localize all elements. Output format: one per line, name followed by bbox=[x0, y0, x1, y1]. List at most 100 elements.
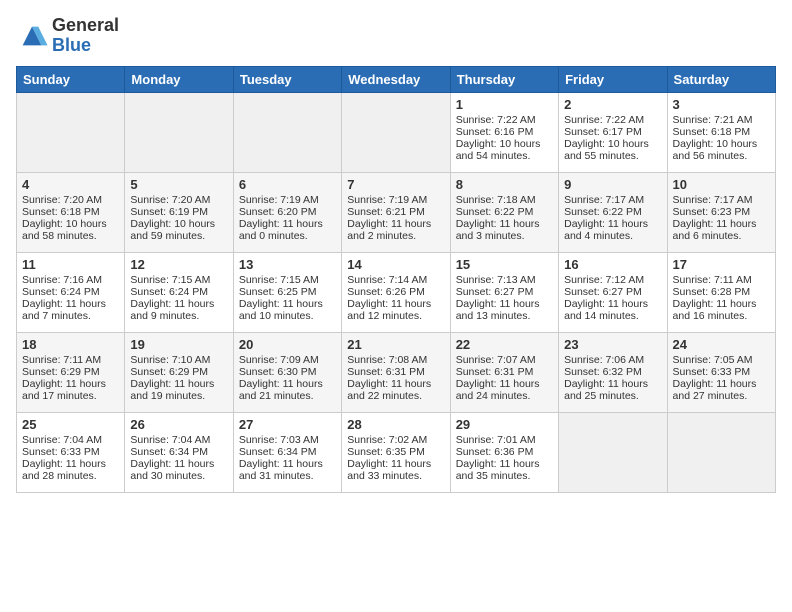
day-number: 15 bbox=[456, 257, 553, 272]
daylight-text: Daylight: 11 hours and 7 minutes. bbox=[22, 298, 119, 322]
sunrise-text: Sunrise: 7:06 AM bbox=[564, 354, 661, 366]
daylight-text: Daylight: 11 hours and 35 minutes. bbox=[456, 458, 553, 482]
header: General Blue bbox=[16, 16, 776, 56]
header-row: SundayMondayTuesdayWednesdayThursdayFrid… bbox=[17, 66, 776, 92]
day-number: 29 bbox=[456, 417, 553, 432]
day-number: 5 bbox=[130, 177, 227, 192]
sunrise-text: Sunrise: 7:15 AM bbox=[239, 274, 336, 286]
daylight-text: Daylight: 11 hours and 27 minutes. bbox=[673, 378, 770, 402]
day-cell-10: 10Sunrise: 7:17 AMSunset: 6:23 PMDayligh… bbox=[667, 172, 775, 252]
day-cell-11: 11Sunrise: 7:16 AMSunset: 6:24 PMDayligh… bbox=[17, 252, 125, 332]
day-cell-22: 22Sunrise: 7:07 AMSunset: 6:31 PMDayligh… bbox=[450, 332, 558, 412]
daylight-text: Daylight: 10 hours and 56 minutes. bbox=[673, 138, 770, 162]
daylight-text: Daylight: 10 hours and 55 minutes. bbox=[564, 138, 661, 162]
day-cell-29: 29Sunrise: 7:01 AMSunset: 6:36 PMDayligh… bbox=[450, 412, 558, 492]
day-number: 17 bbox=[673, 257, 770, 272]
day-number: 8 bbox=[456, 177, 553, 192]
daylight-text: Daylight: 11 hours and 6 minutes. bbox=[673, 218, 770, 242]
day-number: 19 bbox=[130, 337, 227, 352]
daylight-text: Daylight: 11 hours and 0 minutes. bbox=[239, 218, 336, 242]
sunrise-text: Sunrise: 7:08 AM bbox=[347, 354, 444, 366]
week-row-2: 4 Sunrise: 7:20 AM Sunset: 6:18 PM Daylight… bbox=[17, 172, 776, 252]
day-cell-13: 13Sunrise: 7:15 AMSunset: 6:25 PMDayligh… bbox=[233, 252, 341, 332]
sunset-text: Sunset: 6:24 PM bbox=[130, 286, 227, 298]
sunrise-text: Sunrise: 7:04 AM bbox=[130, 434, 227, 446]
sunset-text: Sunset: 6:18 PM bbox=[673, 126, 770, 138]
day-cell-19: 19Sunrise: 7:10 AMSunset: 6:29 PMDayligh… bbox=[125, 332, 233, 412]
logo-blue-text: Blue bbox=[52, 35, 91, 55]
daylight-text: Daylight: 11 hours and 33 minutes. bbox=[347, 458, 444, 482]
sunrise-text: Sunrise: 7:19 AM bbox=[239, 194, 336, 206]
day-cell-28: 28Sunrise: 7:02 AMSunset: 6:35 PMDayligh… bbox=[342, 412, 450, 492]
day-cell-12: 12 Sunrise: 7:15 AMSunset: 6:24 PMDayligh… bbox=[125, 252, 233, 332]
day-number: 7 bbox=[347, 177, 444, 192]
day-number: 26 bbox=[130, 417, 227, 432]
daylight-text: Daylight: 11 hours and 3 minutes. bbox=[456, 218, 553, 242]
day-number: 22 bbox=[456, 337, 553, 352]
sunset-text: Sunset: 6:24 PM bbox=[22, 286, 119, 298]
day-cell-15: 15Sunrise: 7:13 AMSunset: 6:27 PMDayligh… bbox=[450, 252, 558, 332]
sunrise-text: Sunrise: 7:10 AM bbox=[130, 354, 227, 366]
column-header-friday: Friday bbox=[559, 66, 667, 92]
calendar-table: SundayMondayTuesdayWednesdayThursdayFrid… bbox=[16, 66, 776, 493]
day-cell-16: 16Sunrise: 7:12 AMSunset: 6:27 PMDayligh… bbox=[559, 252, 667, 332]
sunrise-text: Sunrise: 7:01 AM bbox=[456, 434, 553, 446]
logo-icon bbox=[16, 22, 48, 50]
day-cell-18: 18Sunrise: 7:11 AMSunset: 6:29 PMDayligh… bbox=[17, 332, 125, 412]
day-cell-2: 2Sunrise: 7:22 AMSunset: 6:17 PMDaylight… bbox=[559, 92, 667, 172]
sunset-text: Sunset: 6:16 PM bbox=[456, 126, 553, 138]
day-number: 16 bbox=[564, 257, 661, 272]
day-number: 9 bbox=[564, 177, 661, 192]
sunrise-text: Sunrise: 7:22 AM bbox=[456, 114, 553, 126]
sunrise-text: Sunrise: 7:16 AM bbox=[22, 274, 119, 286]
day-number: 14 bbox=[347, 257, 444, 272]
day-cell-7: 7Sunrise: 7:19 AMSunset: 6:21 PMDaylight… bbox=[342, 172, 450, 252]
sunrise-text: Sunrise: 7:15 AM bbox=[130, 274, 227, 286]
daylight-text: Daylight: 11 hours and 21 minutes. bbox=[239, 378, 336, 402]
sunset-text: Sunset: 6:22 PM bbox=[564, 206, 661, 218]
day-cell-4: 4Sunrise: 7:20 AMSunset: 6:18 PMDaylight… bbox=[17, 172, 125, 252]
sunset-text: Sunset: 6:35 PM bbox=[347, 446, 444, 458]
daylight-text: Daylight: 11 hours and 22 minutes. bbox=[347, 378, 444, 402]
day-number: 13 bbox=[239, 257, 336, 272]
daylight-text: Daylight: 11 hours and 17 minutes. bbox=[22, 378, 119, 402]
sunset-text: Sunset: 6:34 PM bbox=[239, 446, 336, 458]
empty-cell bbox=[342, 92, 450, 172]
day-cell-1: 1Sunrise: 7:22 AMSunset: 6:16 PMDaylight… bbox=[450, 92, 558, 172]
day-cell-5: 5Sunrise: 7:20 AMSunset: 6:19 PMDaylight… bbox=[125, 172, 233, 252]
sunrise-text: Sunrise: 7:13 AM bbox=[456, 274, 553, 286]
column-header-saturday: Saturday bbox=[667, 66, 775, 92]
calendar-header: SundayMondayTuesdayWednesdayThursdayFrid… bbox=[17, 66, 776, 92]
sunrise-text: Sunrise: 7:07 AM bbox=[456, 354, 553, 366]
week-row-4: 18Sunrise: 7:11 AMSunset: 6:29 PMDayligh… bbox=[17, 332, 776, 412]
day-cell-26: 26Sunrise: 7:04 AMSunset: 6:34 PMDayligh… bbox=[125, 412, 233, 492]
column-header-tuesday: Tuesday bbox=[233, 66, 341, 92]
day-number: 6 bbox=[239, 177, 336, 192]
daylight-text: Daylight: 11 hours and 28 minutes. bbox=[22, 458, 119, 482]
daylight-text: Daylight: 11 hours and 12 minutes. bbox=[347, 298, 444, 322]
logo: General Blue bbox=[16, 16, 119, 56]
daylight-text: Daylight: 11 hours and 14 minutes. bbox=[564, 298, 661, 322]
day-number: 4 bbox=[22, 177, 119, 192]
empty-cell bbox=[559, 412, 667, 492]
daylight-text: Daylight: 11 hours and 10 minutes. bbox=[239, 298, 336, 322]
sunset-text: Sunset: 6:28 PM bbox=[673, 286, 770, 298]
day-number: 2 bbox=[564, 97, 661, 112]
daylight-text: Daylight: 11 hours and 9 minutes. bbox=[130, 298, 227, 322]
day-number: 1 bbox=[456, 97, 553, 112]
sunset-text: Sunset: 6:33 PM bbox=[673, 366, 770, 378]
day-number: 12 bbox=[130, 257, 227, 272]
sunrise-text: Sunrise: 7:12 AM bbox=[564, 274, 661, 286]
empty-cell bbox=[17, 92, 125, 172]
sunrise-text: Sunrise: 7:20 AM bbox=[130, 194, 227, 206]
sunrise-text: Sunrise: 7:14 AM bbox=[347, 274, 444, 286]
sunset-text: Sunset: 6:18 PM bbox=[22, 206, 119, 218]
daylight-text: Daylight: 11 hours and 2 minutes. bbox=[347, 218, 444, 242]
day-cell-6: 6Sunrise: 7:19 AMSunset: 6:20 PMDaylight… bbox=[233, 172, 341, 252]
day-cell-20: 20Sunrise: 7:09 AMSunset: 6:30 PMDayligh… bbox=[233, 332, 341, 412]
sunrise-text: Sunrise: 7:17 AM bbox=[564, 194, 661, 206]
day-number: 25 bbox=[22, 417, 119, 432]
sunrise-text: Sunrise: 7:21 AM bbox=[673, 114, 770, 126]
sunrise-text: Sunrise: 7:19 AM bbox=[347, 194, 444, 206]
daylight-text: Daylight: 11 hours and 30 minutes. bbox=[130, 458, 227, 482]
